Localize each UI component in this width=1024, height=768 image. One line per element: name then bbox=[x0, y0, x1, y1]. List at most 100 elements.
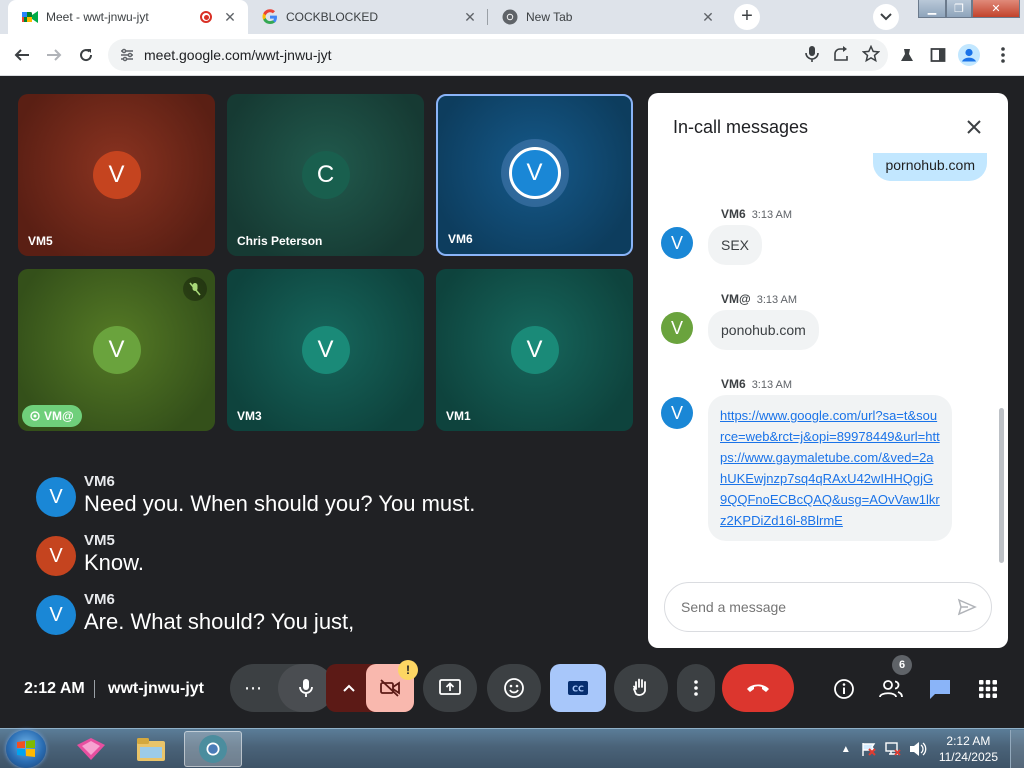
recording-icon bbox=[200, 11, 212, 23]
profile-avatar[interactable] bbox=[958, 44, 980, 66]
participant-name-pill: VM@ bbox=[22, 405, 82, 427]
pin-icon bbox=[30, 411, 40, 421]
avatar: C bbox=[301, 151, 350, 199]
kebab-menu-icon bbox=[694, 680, 698, 696]
send-icon[interactable] bbox=[957, 597, 977, 617]
windows-logo-icon bbox=[17, 740, 35, 757]
people-button[interactable] bbox=[878, 676, 904, 702]
clock-time: 2:12 AM bbox=[946, 734, 991, 748]
participant-tile[interactable]: V VM5 bbox=[18, 94, 215, 256]
reactions-button[interactable] bbox=[487, 664, 541, 712]
message-link[interactable]: https://www.google.com/url?sa=t&source=w… bbox=[720, 408, 940, 528]
tab-cockblocked[interactable]: COCKBLOCKED ✕ bbox=[248, 0, 488, 34]
sender-name: VM6 bbox=[721, 377, 746, 391]
sender-name: VM@ bbox=[721, 292, 751, 306]
chrome-icon bbox=[199, 735, 227, 763]
tab-meet[interactable]: Meet - wwt-jnwu-jyt ✕ bbox=[8, 0, 248, 34]
taskbar-app-chrome[interactable] bbox=[184, 731, 242, 767]
tray-expand-icon[interactable]: ▲ bbox=[841, 744, 851, 755]
tab-title: COCKBLOCKED bbox=[286, 10, 379, 24]
avatar: V bbox=[661, 397, 693, 429]
close-tab-icon[interactable]: ✕ bbox=[462, 9, 478, 25]
microphone-icon bbox=[299, 679, 313, 697]
participant-name: VM3 bbox=[237, 409, 262, 423]
action-center-flag-icon[interactable] bbox=[861, 741, 877, 757]
message-list[interactable]: pornohub.com V VM6 3:13 AM SEX V VM@ 3:13 … bbox=[648, 153, 1008, 573]
avatar: V bbox=[301, 326, 350, 374]
scrollbar[interactable] bbox=[999, 408, 1004, 563]
tab-search-button[interactable] bbox=[873, 4, 899, 30]
people-count-badge: 6 bbox=[892, 655, 912, 675]
kebab-menu-icon[interactable] bbox=[992, 44, 1014, 66]
more-options-button[interactable] bbox=[677, 664, 715, 712]
url-text: meet.google.com/wwt-jnwu-jyt bbox=[144, 47, 332, 63]
captions-button[interactable]: CC bbox=[550, 664, 606, 712]
tab-title: Meet - wwt-jnwu-jyt bbox=[46, 10, 149, 24]
message-bubble: SEX bbox=[708, 225, 763, 265]
extensions-icon[interactable] bbox=[896, 44, 918, 66]
hang-up-icon bbox=[747, 684, 769, 692]
participant-tile[interactable]: C Chris Peterson bbox=[227, 94, 424, 256]
caption-speaker: VM5 bbox=[84, 532, 115, 549]
chevron-up-icon bbox=[343, 684, 355, 692]
bookmark-star-icon[interactable] bbox=[862, 45, 880, 63]
close-tab-icon[interactable]: ✕ bbox=[222, 9, 238, 25]
address-bar[interactable]: meet.google.com/wwt-jnwu-jyt bbox=[108, 39, 888, 71]
show-desktop-button[interactable] bbox=[1010, 730, 1024, 768]
meeting-details-button[interactable] bbox=[831, 676, 857, 702]
raise-hand-button[interactable] bbox=[614, 664, 668, 712]
browser-toolbar: meet.google.com/wwt-jnwu-jyt bbox=[0, 34, 1024, 76]
meeting-code: wwt-jnwu-jyt bbox=[108, 680, 204, 697]
site-info-icon[interactable] bbox=[120, 48, 134, 62]
volume-icon[interactable] bbox=[909, 741, 927, 757]
avatar: V bbox=[510, 326, 559, 374]
caption-avatar: V bbox=[36, 595, 76, 635]
close-window-button[interactable]: ✕ bbox=[972, 0, 1020, 18]
close-tab-icon[interactable]: ✕ bbox=[700, 9, 716, 25]
activities-button[interactable] bbox=[975, 676, 1001, 702]
participant-name: VM@ bbox=[44, 409, 74, 423]
reload-button[interactable] bbox=[74, 43, 98, 67]
folder-icon bbox=[137, 738, 165, 761]
close-panel-button[interactable] bbox=[962, 115, 986, 139]
chat-button[interactable] bbox=[927, 676, 953, 702]
maximize-button[interactable]: ❐ bbox=[946, 0, 972, 18]
new-tab-button[interactable]: + bbox=[734, 4, 760, 30]
taskbar-app-paint[interactable] bbox=[64, 731, 118, 767]
leave-call-button[interactable] bbox=[722, 664, 794, 712]
participant-name: Chris Peterson bbox=[237, 234, 323, 248]
message-header: VM@ 3:13 AM bbox=[721, 292, 797, 306]
audio-options-button[interactable]: ⋯ bbox=[230, 664, 276, 712]
forward-button[interactable] bbox=[42, 43, 66, 67]
taskbar-app-explorer[interactable] bbox=[124, 731, 178, 767]
caption-text: Know. bbox=[84, 550, 144, 575]
minimize-button[interactable]: ▁ bbox=[918, 0, 946, 18]
back-button[interactable] bbox=[10, 43, 34, 67]
caption-speaker: VM6 bbox=[84, 591, 115, 608]
microphone-icon[interactable] bbox=[804, 45, 820, 63]
start-button[interactable] bbox=[6, 730, 46, 768]
avatar: V bbox=[92, 326, 141, 374]
share-icon[interactable] bbox=[832, 45, 850, 63]
present-screen-button[interactable] bbox=[423, 664, 477, 712]
participant-name: VM6 bbox=[448, 232, 473, 246]
side-panel-icon[interactable] bbox=[927, 44, 949, 66]
window-controls: ▁ ❐ ✕ bbox=[918, 0, 1020, 18]
participant-name: VM1 bbox=[446, 409, 471, 423]
participant-tile[interactable]: V VM3 bbox=[227, 269, 424, 431]
meeting-time: 2:12 AM bbox=[24, 680, 85, 697]
taskbar-clock[interactable]: 2:12 AM 11/24/2025 bbox=[939, 733, 998, 765]
camera-off-icon bbox=[380, 679, 400, 697]
participant-tile[interactable]: V VM@ bbox=[18, 269, 215, 431]
browser-tab-strip: Meet - wwt-jnwu-jyt ✕ COCKBLOCKED ✕ New … bbox=[0, 0, 1024, 34]
system-tray: ▲ 2:12 AM 11/24/2025 bbox=[841, 729, 1024, 768]
participant-tile[interactable]: V VM1 bbox=[436, 269, 633, 431]
closed-captions-icon: CC bbox=[568, 681, 588, 695]
message-input[interactable] bbox=[681, 599, 941, 615]
message-composer bbox=[664, 582, 992, 632]
apps-grid-icon bbox=[979, 680, 997, 698]
network-icon[interactable] bbox=[885, 741, 901, 757]
tab-new-tab[interactable]: New Tab ✕ bbox=[488, 0, 726, 34]
participant-tile-speaking[interactable]: V VM6 bbox=[436, 94, 633, 256]
message-time: 3:13 AM bbox=[756, 294, 798, 306]
